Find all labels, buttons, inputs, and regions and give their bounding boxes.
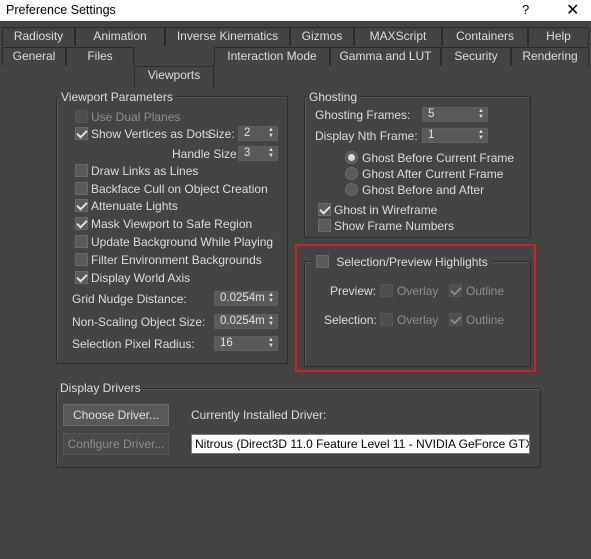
show-vertices-as-dots-label: Show Vertices as Dots: [91, 127, 212, 141]
title-bar: Preference Settings ? ✕: [0, 0, 591, 21]
tab-security[interactable]: Security: [441, 47, 511, 66]
spinner-arrows-icon[interactable]: ▲ ▼: [267, 315, 275, 328]
ghost-after-radio[interactable]: [345, 167, 358, 180]
display-nth-frame-label: Display Nth Frame:: [315, 129, 418, 143]
filter-env-backgrounds-checkbox[interactable]: [75, 253, 88, 266]
size-value: 2: [244, 127, 251, 139]
display-nth-frame-value: 1: [428, 129, 435, 141]
backface-cull-checkbox[interactable]: [75, 182, 88, 195]
display-drivers-title: Display Drivers: [58, 381, 143, 395]
tab-animation[interactable]: Animation: [75, 27, 165, 46]
tab-gamma-and-lut[interactable]: Gamma and LUT: [330, 47, 441, 66]
show-frame-numbers-checkbox[interactable]: [318, 219, 331, 232]
update-background-checkbox[interactable]: [75, 235, 88, 248]
tab-files[interactable]: Files: [66, 47, 134, 66]
size-spinner[interactable]: 2 ▲ ▼: [238, 126, 278, 141]
spinner-arrows-icon[interactable]: ▲ ▼: [267, 127, 275, 140]
non-scaling-value: 0.0254m: [220, 315, 265, 327]
display-nth-frame-spinner[interactable]: 1 ▲ ▼: [422, 128, 488, 143]
spinner-arrows-icon[interactable]: ▲ ▼: [267, 337, 275, 350]
size-label: Size:: [208, 127, 235, 141]
ghost-after-label: Ghost After Current Frame: [362, 167, 504, 181]
configure-driver-button[interactable]: Configure Driver...: [63, 433, 169, 455]
ghost-in-wireframe-checkbox[interactable]: [318, 203, 331, 216]
ghost-before-and-after-label: Ghost Before and After: [362, 183, 485, 197]
spinner-arrows-icon[interactable]: ▲ ▼: [267, 147, 275, 160]
ghost-before-and-after-radio[interactable]: [345, 183, 358, 196]
ghosting-frames-label: Ghosting Frames:: [315, 108, 411, 122]
draw-links-as-lines-checkbox[interactable]: [75, 164, 88, 177]
currently-installed-driver-label: Currently Installed Driver:: [191, 408, 327, 422]
filter-env-backgrounds-label: Filter Environment Backgrounds: [91, 253, 262, 267]
ghost-before-radio[interactable]: [345, 151, 358, 164]
ghosting-frames-spinner[interactable]: 5 ▲ ▼: [422, 107, 488, 122]
help-icon[interactable]: ?: [522, 2, 529, 17]
tab-containers[interactable]: Containers: [442, 27, 528, 46]
grid-nudge-spinner[interactable]: 0.0254m ▲ ▼: [214, 291, 278, 306]
ghosting-title: Ghosting: [307, 90, 360, 104]
draw-links-as-lines-label: Draw Links as Lines: [91, 164, 199, 178]
use-dual-planes-checkbox[interactable]: [75, 110, 88, 123]
window-title: Preference Settings: [6, 3, 116, 17]
tab-rendering[interactable]: Rendering: [511, 47, 589, 66]
selection-pixel-value: 16: [220, 337, 233, 349]
use-dual-planes-label: Use Dual Planes: [91, 110, 181, 124]
handle-size-spinner[interactable]: 3 ▲ ▼: [238, 146, 278, 161]
attenuate-lights-checkbox[interactable]: [75, 199, 88, 212]
close-icon[interactable]: ✕: [566, 0, 579, 20]
grid-nudge-label: Grid Nudge Distance:: [72, 292, 187, 306]
tab-general[interactable]: General: [2, 47, 66, 66]
mask-viewport-checkbox[interactable]: [75, 217, 88, 230]
tab-strip: Radiosity Animation Inverse Kinematics G…: [0, 21, 591, 88]
tab-radiosity[interactable]: Radiosity: [2, 27, 75, 46]
spinner-arrows-icon[interactable]: ▲ ▼: [477, 129, 485, 142]
tab-inverse-kinematics[interactable]: Inverse Kinematics: [165, 27, 290, 46]
attenuate-lights-label: Attenuate Lights: [91, 199, 178, 213]
installed-driver-field[interactable]: Nitrous (Direct3D 11.0 Feature Level 11 …: [191, 434, 530, 454]
tab-gizmos[interactable]: Gizmos: [290, 27, 354, 46]
tab-interaction-mode[interactable]: Interaction Mode: [214, 47, 330, 66]
display-drivers-group: [56, 388, 541, 468]
show-vertices-as-dots-checkbox[interactable]: [75, 127, 88, 140]
ghosting-frames-value: 5: [428, 108, 435, 120]
show-frame-numbers-label: Show Frame Numbers: [334, 219, 455, 233]
selection-pixel-label: Selection Pixel Radius:: [72, 337, 195, 351]
display-world-axis-checkbox[interactable]: [75, 271, 88, 284]
spinner-arrows-icon[interactable]: ▲ ▼: [267, 292, 275, 305]
grid-nudge-value: 0.0254m: [220, 292, 265, 304]
red-highlight-annotation: [295, 244, 536, 372]
handle-size-value: 3: [244, 147, 251, 159]
selection-pixel-spinner[interactable]: 16 ▲ ▼: [214, 336, 278, 351]
viewport-parameters-title: Viewport Parameters: [59, 90, 175, 104]
ghost-in-wireframe-label: Ghost in Wireframe: [334, 203, 438, 217]
tab-help[interactable]: Help: [528, 27, 589, 46]
non-scaling-spinner[interactable]: 0.0254m ▲ ▼: [214, 314, 278, 329]
spinner-arrows-icon[interactable]: ▲ ▼: [477, 108, 485, 121]
tab-maxscript[interactable]: MAXScript: [354, 27, 442, 46]
ghost-before-label: Ghost Before Current Frame: [362, 151, 515, 165]
non-scaling-label: Non-Scaling Object Size:: [72, 315, 206, 329]
backface-cull-label: Backface Cull on Object Creation: [91, 182, 268, 196]
tab-viewports[interactable]: Viewports: [134, 66, 214, 88]
choose-driver-button[interactable]: Choose Driver...: [63, 404, 169, 426]
display-world-axis-label: Display World Axis: [91, 271, 191, 285]
handle-size-label: Handle Size:: [172, 147, 241, 161]
update-background-label: Update Background While Playing: [91, 235, 274, 249]
mask-viewport-label: Mask Viewport to Safe Region: [91, 217, 253, 231]
